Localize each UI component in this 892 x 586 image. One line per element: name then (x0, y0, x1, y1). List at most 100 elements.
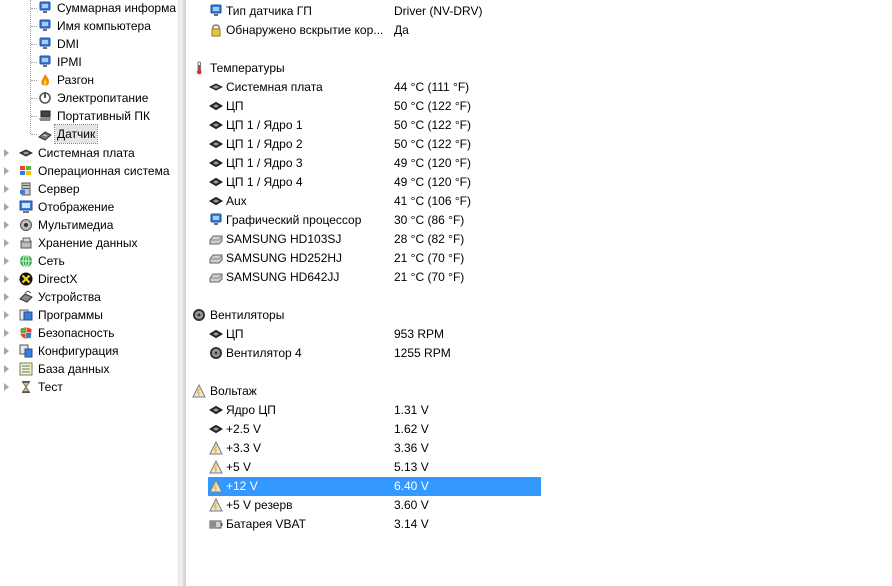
chip-icon (208, 402, 224, 418)
sensor-name: ЦП (226, 327, 244, 341)
expand-arrow-icon[interactable] (4, 149, 9, 157)
tree-item-label: Устройства (38, 290, 101, 304)
sensor-group-header[interactable]: Вольтаж (186, 382, 892, 401)
tree-root-item[interactable]: Тест (0, 378, 178, 396)
tree-item-label: Отображение (38, 200, 115, 214)
expand-arrow-icon[interactable] (4, 221, 9, 229)
expand-arrow-icon[interactable] (4, 311, 9, 319)
group-title: Вольтаж (210, 384, 257, 398)
sensor-value: 3.14 V (394, 517, 429, 531)
sensor-value: 50 °C (122 °F) (394, 99, 471, 113)
expand-arrow-icon[interactable] (4, 347, 9, 355)
tree-root-item[interactable]: Хранение данных (0, 234, 178, 252)
tree-item[interactable]: Датчик (0, 124, 178, 144)
sensor-row[interactable]: +5 V резерв 3.60 V (186, 496, 892, 515)
expand-arrow-icon[interactable] (4, 329, 9, 337)
sensor-row[interactable]: Обнаружено вскрытие кор... Да (186, 21, 892, 40)
sensor-row[interactable]: Тип датчика ГП Driver (NV-DRV) (186, 2, 892, 21)
tree-item[interactable]: Электропитание (0, 89, 178, 107)
pane-splitter[interactable] (178, 0, 186, 586)
selection-highlight (208, 477, 541, 496)
sensor-row[interactable]: SAMSUNG HD103SJ 28 °C (82 °F) (186, 230, 892, 249)
sensor-group-header[interactable]: Температуры (186, 59, 892, 78)
thermometer-icon (191, 60, 207, 76)
tree-root-item[interactable]: Безопасность (0, 324, 178, 342)
fan-icon (191, 307, 207, 323)
tree-root-item[interactable]: Сервер (0, 180, 178, 198)
tree-item-label: DMI (57, 37, 79, 51)
tree-root-item[interactable]: Конфигурация (0, 342, 178, 360)
programs-icon (18, 307, 34, 323)
sensor-group-header[interactable]: Вентиляторы (186, 306, 892, 325)
tree-root-item[interactable]: Отображение (0, 198, 178, 216)
sensor-value: 49 °C (120 °F) (394, 175, 471, 189)
display-icon (18, 199, 34, 215)
expand-arrow-icon[interactable] (4, 293, 9, 301)
sensor-value: 1.62 V (394, 422, 429, 436)
sensor-name: Ядро ЦП (226, 403, 276, 417)
sensor-value: 50 °C (122 °F) (394, 137, 471, 151)
chip-icon (208, 326, 224, 342)
expand-arrow-icon[interactable] (4, 365, 9, 373)
expand-arrow-icon[interactable] (4, 185, 9, 193)
sensor-name: ЦП 1 / Ядро 1 (226, 118, 303, 132)
sensor-row[interactable]: ЦП 50 °C (122 °F) (186, 97, 892, 116)
hdd-icon (208, 231, 224, 247)
chip-icon (208, 421, 224, 437)
tree-item[interactable]: Имя компьютера (0, 17, 178, 35)
sensor-row[interactable]: Ядро ЦП 1.31 V (186, 401, 892, 420)
sensor-row[interactable]: ЦП 1 / Ядро 1 50 °C (122 °F) (186, 116, 892, 135)
sensor-row[interactable]: ЦП 1 / Ядро 2 50 °C (122 °F) (186, 135, 892, 154)
tree-root-item[interactable]: DirectX (0, 270, 178, 288)
tree-item[interactable]: Портативный ПК (0, 107, 178, 125)
tree-item-label: Безопасность (38, 326, 115, 340)
sensor-row[interactable]: ЦП 1 / Ядро 3 49 °C (120 °F) (186, 154, 892, 173)
tree-root-item[interactable]: Мультимедиа (0, 216, 178, 234)
tree-root-item[interactable]: Системная плата (0, 144, 178, 162)
sensor-row[interactable]: Системная плата 44 °C (111 °F) (186, 78, 892, 97)
expand-arrow-icon[interactable] (4, 167, 9, 175)
expand-arrow-icon[interactable] (4, 257, 9, 265)
voltage-icon (208, 440, 224, 456)
sensor-row[interactable]: SAMSUNG HD252HJ 21 °C (70 °F) (186, 249, 892, 268)
sensor-row[interactable]: Батарея VBAT 3.14 V (186, 515, 892, 534)
sensor-row[interactable]: +3.3 V 3.36 V (186, 439, 892, 458)
sensor-row[interactable]: Вентилятор 4 1255 RPM (186, 344, 892, 363)
sensor-row[interactable]: SAMSUNG HD642JJ 21 °C (70 °F) (186, 268, 892, 287)
expand-arrow-icon[interactable] (4, 275, 9, 283)
chip-icon (208, 117, 224, 133)
battery-icon (208, 516, 224, 532)
sensor-row[interactable]: Aux 41 °C (106 °F) (186, 192, 892, 211)
voltage-icon (191, 383, 207, 399)
tree-item[interactable]: DMI (0, 35, 178, 53)
tree-item-label: Суммарная информа (57, 1, 176, 15)
sensor-row[interactable]: Графический процессор 30 °C (86 °F) (186, 211, 892, 230)
tree-root-item[interactable]: Операционная система (0, 162, 178, 180)
tree-item[interactable]: Разгон (0, 71, 178, 89)
expand-arrow-icon[interactable] (4, 203, 9, 211)
tree-root-item[interactable]: Программы (0, 306, 178, 324)
database-icon (18, 361, 34, 377)
sensor-name: SAMSUNG HD103SJ (226, 232, 342, 246)
expand-arrow-icon[interactable] (4, 383, 9, 391)
motherboard-icon (18, 145, 34, 161)
sensor-row[interactable]: +5 V 5.13 V (186, 458, 892, 477)
tree-item[interactable]: IPMI (0, 53, 178, 71)
device-tree[interactable]: Суммарная информа Имя компьютера DMI IPMI Ра… (0, 0, 178, 586)
tree-item-label: Разгон (57, 73, 95, 87)
sensor-row[interactable]: +2.5 V 1.62 V (186, 420, 892, 439)
sensor-value: 50 °C (122 °F) (394, 118, 471, 132)
sensor-details-list[interactable]: Тип датчика ГП Driver (NV-DRV) Обнаружено … (186, 0, 892, 586)
sensor-row-selected[interactable]: +12 V 6.40 V (186, 477, 892, 496)
sensor-row[interactable]: ЦП 1 / Ядро 4 49 °C (120 °F) (186, 173, 892, 192)
tree-root-item[interactable]: Сеть (0, 252, 178, 270)
expand-arrow-icon[interactable] (4, 239, 9, 247)
tree-item-label: IPMI (57, 55, 82, 69)
tree-root-item[interactable]: База данных (0, 360, 178, 378)
sensor-row[interactable]: ЦП 953 RPM (186, 325, 892, 344)
sensor-value: 5.13 V (394, 460, 429, 474)
tree-root-item[interactable]: Устройства (0, 288, 178, 306)
power-icon (37, 90, 53, 106)
tree-item[interactable]: Суммарная информа (0, 0, 178, 17)
tree-item-label: База данных (38, 362, 110, 376)
